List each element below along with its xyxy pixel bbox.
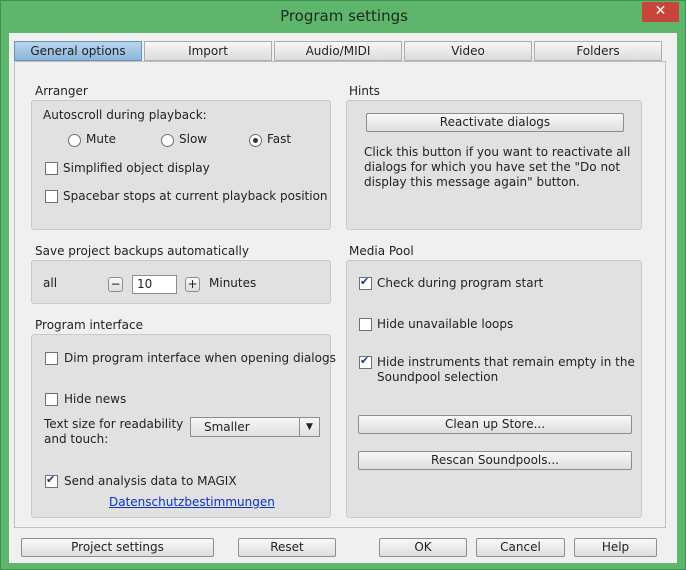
- backups-unit-label: Minutes: [209, 276, 257, 290]
- radio-mute-label[interactable]: Mute: [86, 132, 116, 146]
- dialog-client: General options Import Audio/MIDI Video …: [9, 33, 677, 563]
- close-icon: ✕: [654, 3, 667, 19]
- help-button[interactable]: Help: [574, 538, 657, 557]
- backup-decrement-button[interactable]: −: [108, 277, 123, 292]
- hints-text: Click this button if you want to reactiv…: [364, 145, 630, 190]
- hints-line-2: dialogs for which you have set the "Do n…: [364, 160, 621, 174]
- reset-button[interactable]: Reset: [238, 538, 336, 557]
- radio-slow-label[interactable]: Slow: [179, 132, 207, 146]
- hide-news-label[interactable]: Hide news: [64, 392, 126, 406]
- tab-import[interactable]: Import: [144, 41, 272, 61]
- reactivate-dialogs-button[interactable]: Reactivate dialogs: [366, 113, 624, 132]
- hide-news-checkbox[interactable]: [45, 393, 58, 406]
- tab-general-options[interactable]: General options: [14, 41, 142, 61]
- backups-group-label: Save project backups automatically: [35, 244, 249, 258]
- hints-line-3: display this message again" button.: [364, 175, 580, 189]
- send-analysis-checkbox[interactable]: [45, 473, 58, 488]
- privacy-policy-link[interactable]: Datenschutzbestimmungen: [109, 495, 275, 509]
- hints-group-label: Hints: [349, 84, 380, 98]
- text-size-value: Smaller: [204, 420, 250, 434]
- check-start-checkbox[interactable]: [359, 275, 372, 290]
- program-interface-group-label: Program interface: [35, 318, 143, 332]
- send-analysis-label[interactable]: Send analysis data to MAGIX: [64, 474, 237, 488]
- hide-instruments-checkbox[interactable]: [359, 354, 372, 369]
- ok-button[interactable]: OK: [379, 538, 467, 557]
- chevron-down-icon[interactable]: ▼: [299, 418, 319, 436]
- spacebar-stops-label[interactable]: Spacebar stops at current playback posit…: [63, 189, 328, 203]
- media-pool-group: Check during program start Hide unavaila…: [346, 260, 642, 518]
- arranger-group: Autoscroll during playback: Mute Slow Fa…: [31, 100, 331, 230]
- radio-mute[interactable]: [68, 134, 81, 147]
- tab-video[interactable]: Video: [404, 41, 532, 61]
- hide-instruments-label-line2[interactable]: Soundpool selection: [377, 370, 498, 384]
- radio-fast[interactable]: [249, 134, 262, 147]
- program-settings-window: Program settings ✕ General options Impor…: [0, 0, 686, 570]
- simplified-display-checkbox[interactable]: [45, 162, 58, 175]
- text-size-label-line2: and touch:: [44, 432, 109, 446]
- tab-folders[interactable]: Folders: [534, 41, 662, 61]
- cancel-button[interactable]: Cancel: [476, 538, 565, 557]
- close-button[interactable]: ✕: [642, 2, 679, 22]
- arranger-group-label: Arranger: [35, 84, 88, 98]
- check-start-label[interactable]: Check during program start: [377, 276, 543, 290]
- spacebar-stops-checkbox[interactable]: [45, 190, 58, 203]
- text-size-dropdown[interactable]: Smaller ▼: [190, 417, 320, 437]
- program-interface-group: Dim program interface when opening dialo…: [31, 334, 336, 518]
- backups-all-label: all: [43, 276, 58, 290]
- hints-group: Reactivate dialogs Click this button if …: [346, 100, 642, 230]
- rescan-soundpools-button[interactable]: Rescan Soundpools...: [358, 451, 632, 470]
- hints-line-1: Click this button if you want to reactiv…: [364, 145, 631, 159]
- window-title: Program settings: [280, 7, 408, 25]
- hide-unavailable-label[interactable]: Hide unavailable loops: [377, 317, 513, 331]
- media-pool-group-label: Media Pool: [349, 244, 414, 258]
- hide-unavailable-checkbox[interactable]: [359, 318, 372, 331]
- clean-up-store-button[interactable]: Clean up Store...: [358, 415, 632, 434]
- project-settings-button[interactable]: Project settings: [21, 538, 214, 557]
- radio-slow[interactable]: [161, 134, 174, 147]
- backups-group: all − 10 + Minutes: [31, 260, 331, 304]
- backup-interval-input[interactable]: 10: [132, 275, 177, 294]
- general-options-panel: Arranger Autoscroll during playback: Mut…: [14, 61, 666, 528]
- autoscroll-label: Autoscroll during playback:: [43, 108, 207, 122]
- simplified-display-label[interactable]: Simplified object display: [63, 161, 210, 175]
- dim-interface-label[interactable]: Dim program interface when opening dialo…: [64, 351, 336, 365]
- tab-audio-midi[interactable]: Audio/MIDI: [274, 41, 402, 61]
- text-size-label-line1: Text size for readability: [44, 417, 184, 431]
- radio-fast-label[interactable]: Fast: [267, 132, 291, 146]
- hide-instruments-label-line1[interactable]: Hide instruments that remain empty in th…: [377, 355, 635, 369]
- title-bar[interactable]: Program settings ✕: [1, 1, 686, 33]
- dim-interface-checkbox[interactable]: [45, 352, 58, 365]
- backup-increment-button[interactable]: +: [185, 277, 200, 292]
